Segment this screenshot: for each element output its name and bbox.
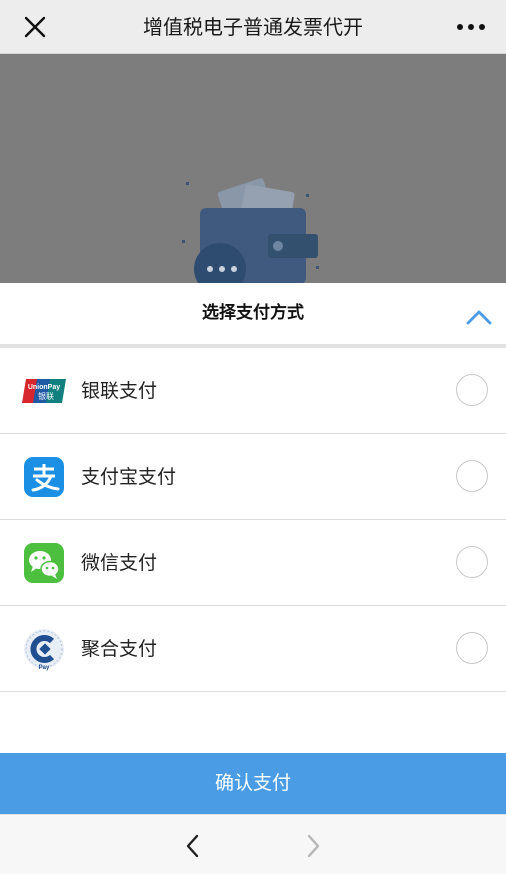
more-icon xyxy=(457,24,485,30)
payment-method-sheet: 选择支付方式 UnionPay 银联 银联支付 支付宝支付 微信支付 Pay 聚… xyxy=(0,283,506,815)
wallet-icon xyxy=(182,178,319,284)
payment-option-alipay[interactable]: 支付宝支付 xyxy=(0,434,506,520)
top-bar: 增值税电子普通发票代开 xyxy=(0,0,506,54)
payment-option-label: 微信支付 xyxy=(81,552,158,574)
payment-option-label: 银联支付 xyxy=(81,380,158,402)
bottom-navigation xyxy=(0,814,506,874)
sheet-title: 选择支付方式 xyxy=(202,303,304,323)
collapse-button[interactable] xyxy=(464,295,494,325)
wechat-pay-icon xyxy=(24,543,64,583)
payment-option-label: 支付宝支付 xyxy=(81,466,177,488)
chevron-up-icon xyxy=(466,310,492,325)
alipay-icon xyxy=(24,457,64,497)
confirm-payment-button[interactable]: 确认支付 xyxy=(0,753,506,814)
page-title: 增值税电子普通发票代开 xyxy=(143,15,363,39)
back-button[interactable] xyxy=(178,831,208,861)
radio-wechat[interactable] xyxy=(456,546,488,578)
more-button[interactable] xyxy=(454,12,488,42)
dimmed-backdrop[interactable] xyxy=(0,54,506,284)
sheet-header: 选择支付方式 xyxy=(0,283,506,348)
unionpay-logo-text-en: UnionPay xyxy=(28,384,60,391)
close-icon xyxy=(24,16,46,38)
close-button[interactable] xyxy=(20,12,50,42)
chevron-left-icon xyxy=(186,834,199,858)
unionpay-logo-text-cn: 银联 xyxy=(38,391,54,401)
payment-option-aggregate[interactable]: Pay 聚合支付 xyxy=(0,606,506,692)
aggregate-pay-icon: Pay xyxy=(24,629,64,671)
radio-alipay[interactable] xyxy=(456,460,488,492)
chevron-right-icon xyxy=(307,834,320,858)
payment-option-label: 聚合支付 xyxy=(81,638,158,660)
forward-button xyxy=(298,831,328,861)
radio-unionpay[interactable] xyxy=(456,374,488,406)
payment-option-unionpay[interactable]: UnionPay 银联 银联支付 xyxy=(0,348,506,434)
aggregate-logo-text: Pay xyxy=(39,665,50,671)
radio-aggregate[interactable] xyxy=(456,632,488,664)
payment-option-wechat[interactable]: 微信支付 xyxy=(0,520,506,606)
unionpay-icon: UnionPay 银联 xyxy=(22,379,66,403)
